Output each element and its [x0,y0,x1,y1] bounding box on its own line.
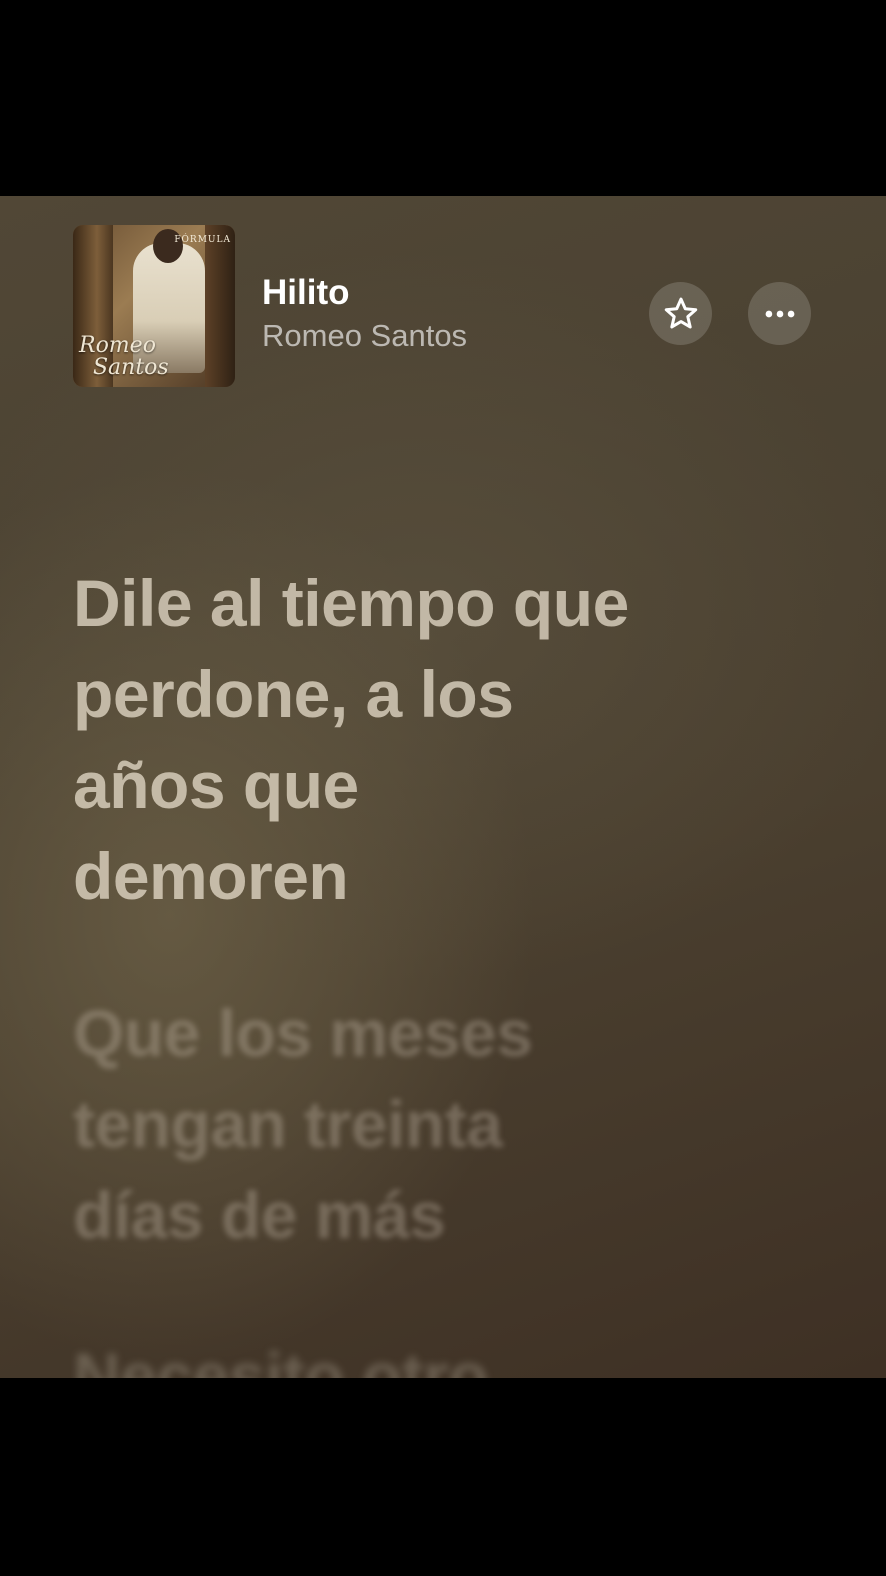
lyric-line-next[interactable]: Que los meses tengan treinta días de más [73,988,633,1261]
star-icon [664,297,697,328]
lyric-line-current[interactable]: Dile al tiempo que perdone, a los años q… [73,558,633,922]
album-art-badge: FÓRMULA [174,235,231,245]
song-artist[interactable]: Romeo Santos [262,316,467,356]
more-options-button[interactable] [748,282,811,345]
lyrics-screen: FÓRMULA Romeo Santos Hilito Romeo Santos… [0,196,886,1378]
album-artwork[interactable]: FÓRMULA Romeo Santos [73,225,235,387]
song-title: Hilito [262,273,350,312]
top-letterbox [0,0,886,196]
ellipsis-icon [765,310,794,317]
bottom-letterbox [0,1378,886,1576]
lyric-line-upcoming[interactable]: Necesito otro [73,1331,633,1378]
album-art-script: Romeo Santos [79,333,169,380]
favorite-button[interactable] [649,282,712,345]
album-art-curtain [205,225,235,387]
